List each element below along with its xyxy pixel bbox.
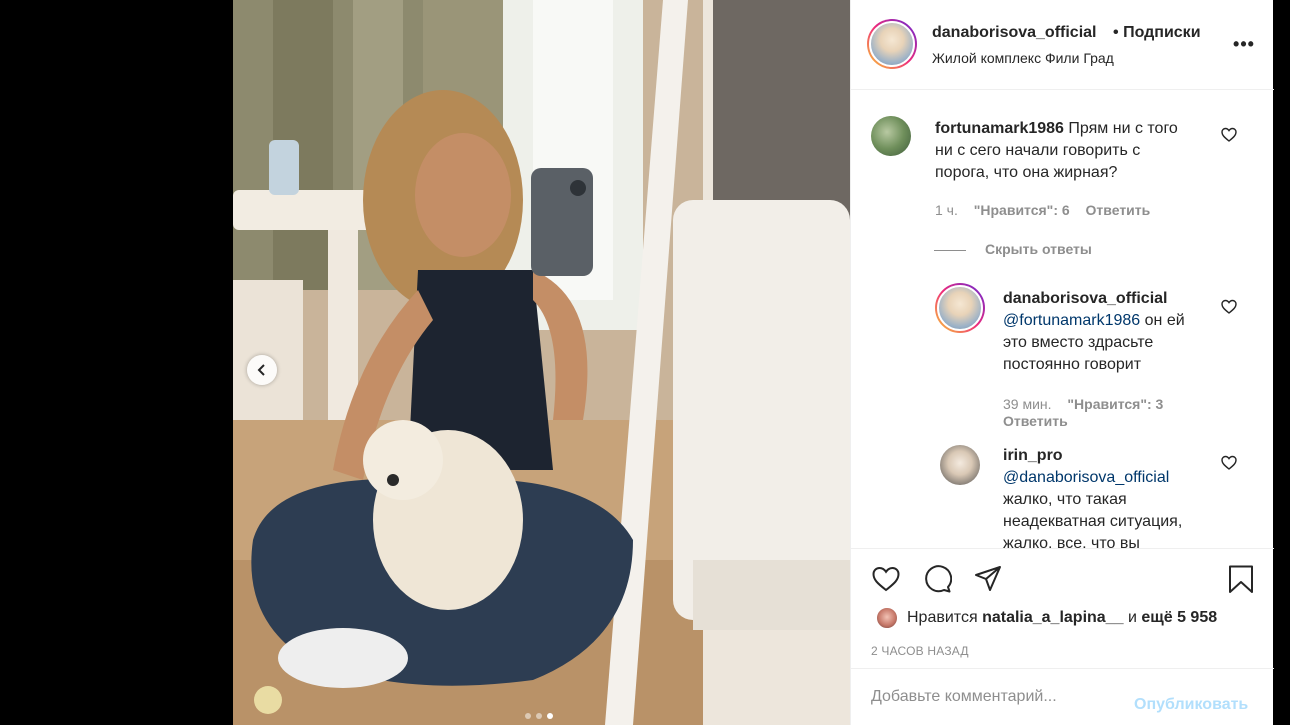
reply-mention[interactable]: @fortunamark1986 [1003,312,1140,329]
likes-count[interactable]: ещё 5 958 [1141,609,1217,626]
carousel-dot [525,713,531,719]
carousel-dot-active [547,713,553,719]
reply-avatar[interactable] [935,283,985,333]
likes-middle: и [1127,609,1137,626]
reply-avatar[interactable] [940,445,980,485]
bookmark-icon[interactable] [1226,564,1256,594]
reply-body: danaborisova_official @fortunamark1986 о… [1003,288,1203,376]
add-comment-bar: Опубликовать [851,668,1274,725]
comment-body: fortunamark1986 Прям ни с того ни с сего… [935,118,1195,184]
instagram-post-viewer: danaborisova_official • Подписки Жилой к… [0,0,1290,725]
reply-button[interactable]: Ответить [1003,413,1068,429]
share-icon[interactable] [973,564,1003,594]
liker-username[interactable]: natalia_a_lapina__ [982,609,1123,626]
reply-username[interactable]: irin_pro [1003,447,1063,464]
reply-like-icon[interactable] [1221,299,1237,315]
photo-illustration [233,0,850,725]
carousel-dot [536,713,542,719]
reply-likes[interactable]: "Нравится": 3 [1067,396,1163,412]
author-username[interactable]: danaborisova_official [932,24,1097,42]
reply-body: irin_pro @danaborisova_official жалко, ч… [1003,445,1203,548]
publish-button[interactable]: Опубликовать [1134,696,1248,714]
post-details-panel: danaborisova_official • Подписки Жилой к… [850,0,1274,725]
carousel-prev-button[interactable] [247,355,277,385]
likes-summary[interactable]: Нравится natalia_a_lapina__ и ещё 5 958 [907,609,1217,627]
reply-meta: 39 мин. "Нравится": 3 Ответить [1003,396,1203,430]
divider [934,250,966,251]
likes-prefix: Нравится [907,609,978,626]
reply-time: 39 мин. [1003,396,1052,412]
hide-replies-button[interactable]: Скрыть ответы [985,241,1092,257]
more-options-button[interactable]: ••• [1233,33,1255,54]
chevron-left-icon [257,364,265,376]
follow-label: Подписки [1123,24,1201,41]
comment-meta: 1 ч. "Нравится": 6 Ответить [935,202,1162,218]
comment-username[interactable]: fortunamark1986 [935,120,1064,137]
commenter-avatar[interactable] [871,116,911,156]
comment-likes[interactable]: "Нравится": 6 [974,202,1070,218]
comments-list[interactable]: fortunamark1986 Прям ни с того ни с сего… [851,91,1274,548]
reply-username[interactable]: danaborisova_official [1003,290,1168,307]
post-timestamp[interactable]: 2 ЧАСОВ НАЗАД [871,644,969,658]
follow-status[interactable]: • Подписки [1113,24,1201,42]
reply-text-cut: жалко, все, что вы [1003,535,1140,548]
post-photo[interactable] [233,0,850,725]
reply-text: жалко, что такая неадекватная ситуация, [1003,491,1183,530]
reply-like-icon[interactable] [1221,455,1237,471]
liker-avatar[interactable] [875,606,899,630]
carousel-indicator [525,713,553,719]
heart-icon[interactable] [871,564,901,594]
comment-icon[interactable] [922,564,952,594]
post-header: danaborisova_official • Подписки Жилой к… [851,0,1274,90]
post-actions: Нравится natalia_a_lapina__ и ещё 5 958 … [851,548,1274,668]
post-location[interactable]: Жилой комплекс Фили Град [932,50,1114,66]
reply-button[interactable]: Ответить [1086,202,1151,218]
more-icon: ••• [1233,33,1255,54]
comment-time: 1 ч. [935,202,958,218]
separator: • [1113,24,1119,41]
reply-mention[interactable]: @danaborisova_official [1003,469,1169,486]
comment-input[interactable] [871,685,1121,709]
author-avatar[interactable] [867,19,917,69]
comment-like-icon[interactable] [1221,127,1237,143]
